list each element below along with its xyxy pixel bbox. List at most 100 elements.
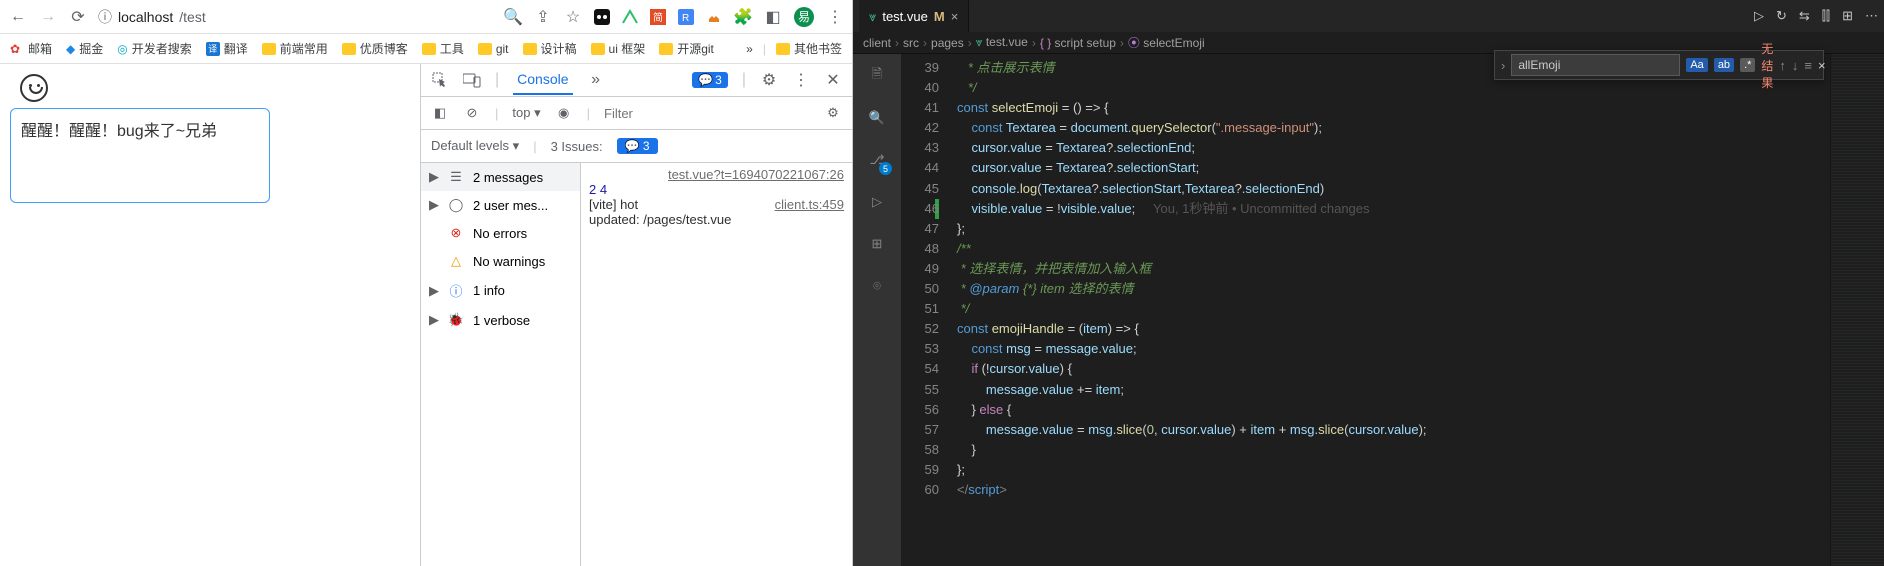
extensions-icon[interactable]: ⊞ [865, 232, 889, 256]
code-line[interactable]: if (!cursor.value) { [949, 359, 1830, 379]
tab-close-icon[interactable]: × [951, 9, 959, 24]
code-line[interactable]: </script> [949, 480, 1830, 500]
context-selector[interactable]: top ▾ [512, 105, 540, 121]
editor-tab[interactable]: ⩔ test.vue M × [859, 0, 969, 32]
extension-icon[interactable]: 简 [650, 9, 666, 25]
close-find-icon[interactable]: × [1818, 58, 1826, 73]
issues-badge[interactable]: 💬 3 [692, 72, 728, 88]
code-line[interactable]: /** [949, 239, 1830, 259]
bookmark-item[interactable]: 译翻译 [206, 40, 248, 57]
regex-toggle[interactable]: .* [1740, 58, 1755, 72]
title-action-icon[interactable]: ⫿⫿ [1822, 8, 1830, 24]
console-settings-icon[interactable]: ⚙ [824, 104, 842, 122]
search-icon[interactable]: 🔍 [865, 106, 889, 130]
bookmark-item[interactable]: ✿邮箱 [10, 40, 52, 57]
breadcrumb-item[interactable]: pages [931, 36, 964, 50]
back-button[interactable]: ← [8, 7, 28, 27]
sidebar-filter-row[interactable]: ▶ 🐞 1 verbose [421, 306, 580, 334]
code-line[interactable]: cursor.value = Textarea?.selectionStart; [949, 158, 1830, 178]
title-action-icon[interactable]: ⋯ [1865, 8, 1878, 24]
source-control-icon[interactable]: ⎇5 [865, 148, 889, 172]
explorer-icon[interactable]: 🗎 [865, 64, 889, 88]
site-info-icon[interactable]: ⓘ [98, 7, 112, 27]
sidebar-filter-row[interactable]: ▶ ◯ 2 user mes... [421, 191, 580, 219]
code-line[interactable]: } [949, 440, 1830, 460]
breadcrumb-item[interactable]: ⩔ test.vue [976, 35, 1028, 50]
console-filter-input[interactable] [604, 106, 694, 121]
settings-icon[interactable]: ⚙ [760, 71, 778, 89]
bookmark-item[interactable]: ◆掘金 [66, 40, 103, 57]
clear-console-icon[interactable]: ⊘ [463, 104, 481, 122]
log-levels-selector[interactable]: Default levels ▾ [431, 138, 519, 154]
sidepanel-icon[interactable]: ◧ [764, 8, 782, 26]
breadcrumb-item[interactable]: ⦿ selectEmoji [1128, 34, 1205, 51]
code-area[interactable]: * 点击展示表情 */const selectEmoji = () => { c… [949, 54, 1830, 566]
title-action-icon[interactable]: ↻ [1776, 8, 1787, 24]
share-icon[interactable]: ⇪ [534, 8, 552, 26]
bookmark-item[interactable]: 前端常用 [262, 40, 328, 57]
code-line[interactable]: } else { [949, 400, 1830, 420]
tab-console[interactable]: Console [513, 65, 572, 95]
remote-icon[interactable]: ⌾ [865, 274, 889, 298]
zoom-icon[interactable]: 🔍 [504, 8, 522, 26]
breadcrumb-item[interactable]: client [863, 36, 891, 50]
code-editor[interactable]: 3940414243444546474849505152535455565758… [901, 54, 1884, 566]
log-source-link[interactable]: test.vue?t=1694070221067:26 [589, 167, 844, 182]
extension-icon[interactable] [594, 9, 610, 25]
code-line[interactable]: */ [949, 299, 1830, 319]
extension-icon[interactable] [622, 9, 638, 25]
whole-word-toggle[interactable]: ab [1714, 58, 1734, 72]
code-line[interactable]: visible.value = !visible.value; You, 1秒钟… [949, 199, 1830, 219]
code-line[interactable]: message.value = msg.slice(0, cursor.valu… [949, 420, 1830, 440]
code-line[interactable]: const Textarea = document.querySelector(… [949, 118, 1830, 138]
inspect-icon[interactable] [431, 71, 449, 89]
bookmark-item[interactable]: 工具 [422, 40, 464, 57]
code-line[interactable]: }; [949, 460, 1830, 480]
bookmark-item[interactable]: 设计稿 [523, 40, 577, 57]
sidebar-filter-row[interactable]: ▶ ⓘ 1 info [421, 275, 580, 306]
bookmark-item[interactable]: 开源git [659, 40, 714, 57]
tabs-overflow-icon[interactable]: » [587, 71, 605, 89]
bookmark-item[interactable]: ui 框架 [591, 40, 646, 57]
find-in-selection-icon[interactable]: ≡ [1804, 58, 1812, 73]
code-line[interactable]: */ [949, 78, 1830, 98]
code-line[interactable]: const selectEmoji = () => { [949, 98, 1830, 118]
title-action-icon[interactable]: ⊞ [1842, 8, 1853, 24]
device-toggle-icon[interactable] [463, 71, 481, 89]
close-devtools-icon[interactable]: ✕ [824, 71, 842, 89]
message-input[interactable] [10, 108, 270, 203]
other-bookmarks[interactable]: 其他书签 [776, 40, 842, 57]
bookmark-item[interactable]: 优质博客 [342, 40, 408, 57]
sidebar-filter-row[interactable]: ⊗ No errors [421, 219, 580, 247]
bookmarks-overflow[interactable]: » [746, 42, 753, 56]
code-line[interactable]: const emojiHandle = (item) => { [949, 319, 1830, 339]
code-line[interactable]: cursor.value = Textarea?.selectionEnd; [949, 138, 1830, 158]
code-line[interactable]: console.log(Textarea?.selectionStart,Tex… [949, 179, 1830, 199]
console-sidebar-toggle-icon[interactable]: ◧ [431, 104, 449, 122]
more-icon[interactable]: ⋮ [792, 71, 810, 89]
address-bar[interactable]: ⓘ localhost/test [98, 7, 206, 27]
sidebar-filter-row[interactable]: ▶ ☰ 2 messages [421, 163, 580, 191]
find-input[interactable] [1511, 54, 1680, 76]
extension-icon[interactable] [706, 9, 722, 25]
live-expression-icon[interactable]: ◉ [555, 104, 573, 122]
prev-match-icon[interactable]: ↑ [1779, 58, 1786, 73]
next-match-icon[interactable]: ↓ [1792, 58, 1799, 73]
extensions-menu-icon[interactable]: 🧩 [734, 8, 752, 26]
code-line[interactable]: * 选择表情，并把表情加入输入框 [949, 259, 1830, 279]
code-line[interactable]: }; [949, 219, 1830, 239]
bookmark-item[interactable]: git [478, 42, 509, 56]
breadcrumb-item[interactable]: { } script setup [1040, 36, 1116, 50]
find-widget[interactable]: › Aa ab .* 无结果 ↑ ↓ ≡ × [1494, 50, 1824, 80]
breadcrumb-item[interactable]: src [903, 36, 919, 50]
extension-icon[interactable]: R [678, 9, 694, 25]
chrome-menu-icon[interactable]: ⋮ [826, 8, 844, 26]
code-line[interactable]: const msg = message.value; [949, 339, 1830, 359]
log-source-link[interactable]: client.ts:459 [775, 197, 844, 212]
forward-button[interactable]: → [38, 7, 58, 27]
title-action-icon[interactable]: ⇆ [1799, 8, 1810, 24]
minimap[interactable] [1830, 54, 1884, 566]
run-debug-icon[interactable]: ▷ [865, 190, 889, 214]
chevron-right-icon[interactable]: › [1501, 58, 1505, 73]
bookmark-item[interactable]: ◎开发者搜索 [117, 40, 192, 57]
